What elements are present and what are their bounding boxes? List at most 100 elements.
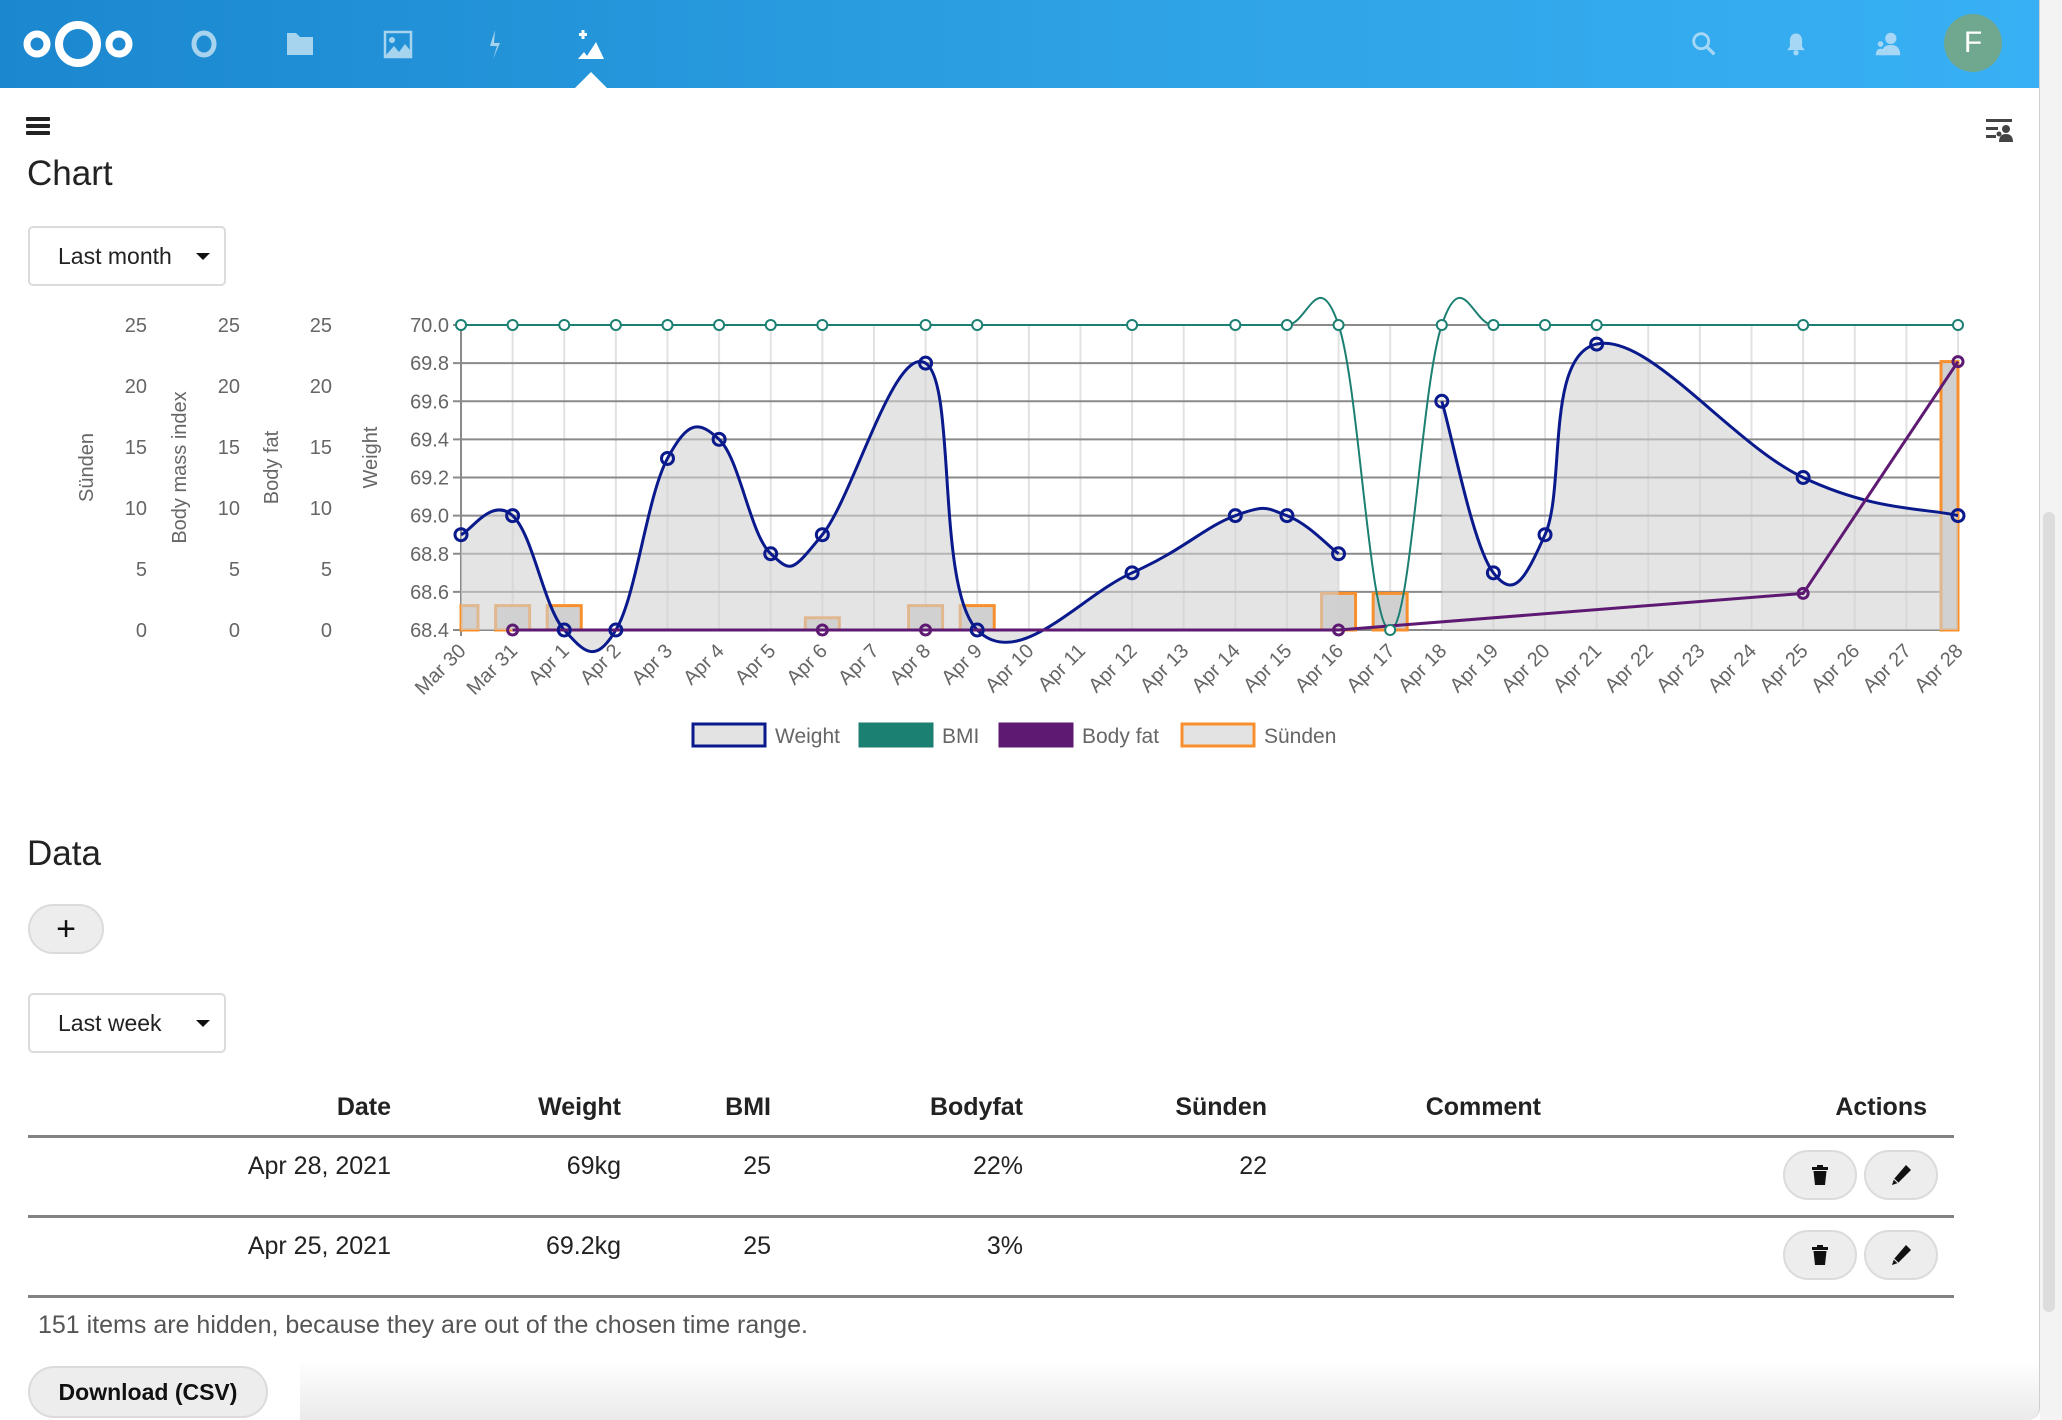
nextcloud-logo[interactable] [20, 18, 136, 70]
weight-tick-label: 69.6 [410, 391, 449, 413]
cell-weight: 69kg [566, 1152, 621, 1180]
x-tick-label: Apr 5 [731, 640, 780, 689]
weight-tick-label: 69.2 [410, 468, 449, 490]
avatar-initial: F [1963, 26, 1983, 59]
sidebar-toggle-icon[interactable] [1984, 114, 2016, 146]
bell-icon[interactable] [1774, 22, 1818, 66]
bmi-point [1952, 319, 1964, 331]
weight-chart: 70.0 69.8 69.6 69.4 69.2 69.0 68.8 68.6 68.4 25 20… [76, 297, 1968, 748]
bmi-point [506, 319, 519, 331]
legend-label: Sünden [1264, 725, 1336, 748]
bmi-tick-label: 20 [218, 376, 240, 398]
suenden-tick-label: 5 [136, 559, 147, 581]
x-tick-label: Apr 11 [1034, 640, 1090, 696]
bodyfat-tick-label: 10 [310, 498, 332, 520]
column-header-date: Date [336, 1093, 391, 1121]
x-tick-label: Apr 17 [1342, 640, 1399, 697]
edit-button[interactable] [1864, 1230, 1938, 1280]
menu-toggle-icon[interactable] [24, 114, 52, 142]
delete-button[interactable] [1783, 1230, 1857, 1280]
cell-suenden: 22 [1239, 1152, 1267, 1180]
contacts-icon[interactable] [1866, 22, 1910, 66]
cell-date: Apr 28, 2021 [247, 1152, 391, 1180]
cell-bodyfat: 22% [972, 1152, 1023, 1180]
x-tick-label: Apr 16 [1291, 640, 1348, 697]
bmi-tick-label: 0 [229, 620, 240, 642]
x-tick-label: Mar 31 [463, 640, 523, 700]
image-icon[interactable] [376, 22, 420, 66]
weight-tick-label: 69.8 [410, 353, 449, 375]
dashboard-circle-icon[interactable] [182, 22, 226, 66]
x-tick-label: Apr 14 [1188, 640, 1245, 697]
table-divider [28, 1215, 1954, 1218]
bmi-point [1126, 319, 1139, 331]
x-tick-label: Apr 1 [524, 640, 573, 689]
weight-tick-label: 68.8 [410, 544, 449, 566]
legend-label: Weight [775, 725, 840, 748]
column-header-comment: Comment [1425, 1093, 1541, 1121]
edit-button[interactable] [1864, 1150, 1938, 1200]
data-range-select[interactable]: Last week [28, 993, 226, 1053]
delete-button[interactable] [1783, 1150, 1857, 1200]
cell-date: Apr 25, 2021 [247, 1232, 391, 1260]
legend-swatch [691, 722, 767, 748]
bmi-point [1384, 624, 1397, 636]
chart-range-value: Last month [58, 242, 172, 269]
column-header-bmi: BMI [725, 1093, 771, 1121]
chevron-down-icon [196, 253, 210, 260]
top-bar: F [0, 0, 2039, 88]
x-tick-label: Apr 9 [937, 640, 986, 689]
x-tick-label: Apr 26 [1807, 640, 1864, 697]
x-tick-label: Mar 30 [411, 640, 471, 700]
bmi-point [1797, 319, 1810, 331]
download-csv-label: Download (CSV) [58, 1378, 238, 1405]
bodyfat-tick-label: 25 [310, 315, 332, 337]
x-tick-label: Apr 4 [679, 640, 728, 689]
page-scrollbar[interactable] [2043, 512, 2055, 1312]
plus-icon: + [56, 909, 76, 948]
bmi-point [919, 319, 932, 331]
user-avatar[interactable]: F [1944, 14, 2002, 72]
chart-section-title: Chart [27, 154, 113, 193]
bmi-point [713, 319, 726, 331]
cell-bmi: 25 [743, 1152, 771, 1180]
x-tick-label: Apr 10 [981, 640, 1038, 697]
legend-label: Body fat [1082, 725, 1159, 748]
bmi-point [1280, 319, 1293, 331]
trash-icon [1812, 1165, 1828, 1185]
weight-tick-label: 70.0 [410, 315, 449, 337]
weight-tick-label: 69.4 [410, 429, 449, 451]
bmi-point [1487, 319, 1500, 331]
x-tick-label: Apr 13 [1136, 640, 1193, 697]
bmi-point [1539, 319, 1552, 331]
data-section-title: Data [27, 834, 101, 873]
pencil-icon [1892, 1245, 1911, 1265]
download-csv-button[interactable]: Download (CSV) [28, 1366, 268, 1418]
bmi-tick-label: 5 [229, 559, 240, 581]
trash-icon [1812, 1245, 1828, 1265]
column-header-weight: Weight [538, 1093, 621, 1121]
folder-icon[interactable] [278, 22, 322, 66]
table-divider [28, 1135, 1954, 1138]
x-tick-label: Apr 15 [1239, 640, 1296, 697]
weight-tick-label: 68.4 [410, 620, 449, 642]
x-tick-label: Apr 6 [783, 640, 832, 689]
health-mountain-plus-icon[interactable] [570, 22, 614, 66]
lightning-icon[interactable] [472, 22, 516, 66]
add-entry-button[interactable]: + [28, 904, 104, 954]
bmi-axis-title: Body mass index [169, 391, 191, 543]
x-tick-label: Apr 8 [886, 640, 935, 689]
chart-range-select[interactable]: Last month [28, 226, 226, 286]
bmi-tick-label: 15 [218, 437, 240, 459]
legend-swatch [1180, 722, 1256, 748]
legend-swatch [858, 722, 934, 748]
bodyfat-tick-label: 5 [321, 559, 332, 581]
bmi-tick-label: 25 [218, 315, 240, 337]
x-tick-label: Apr 22 [1601, 640, 1658, 697]
search-icon[interactable] [1682, 22, 1726, 66]
chevron-down-icon [196, 1020, 210, 1027]
bmi-point [1229, 319, 1242, 331]
x-tick-label: Apr 19 [1446, 640, 1503, 697]
x-tick-label: Apr 20 [1497, 640, 1554, 697]
legend-label: BMI [942, 725, 979, 748]
